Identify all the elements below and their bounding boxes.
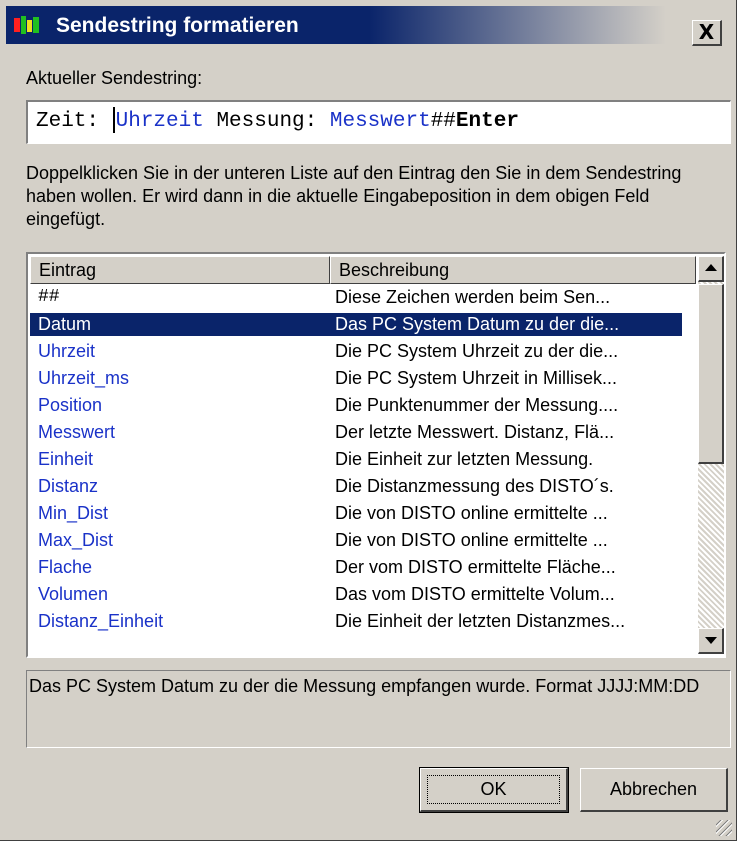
token-1: Uhrzeit <box>115 110 204 133</box>
list-item-description: Der letzte Messwert. Distanz, Flä... <box>335 422 615 442</box>
ok-button[interactable]: OK <box>419 767 569 813</box>
ok-button-label: OK <box>480 779 507 799</box>
list-item[interactable]: ## Diese Zeichen werden beim Sen... <box>30 286 682 309</box>
cancel-button[interactable]: Abbrechen <box>580 768 728 812</box>
scroll-thumb[interactable] <box>698 284 724 464</box>
app-icon <box>14 16 39 34</box>
list-item-entry: Min_Dist <box>38 503 109 523</box>
token-3: Messwert <box>329 110 431 133</box>
list-item-description: Die Distanzmessung des DISTO´s. <box>335 476 614 496</box>
scroll-up-button[interactable] <box>698 256 724 282</box>
list-item-description: Der vom DISTO ermittelte Fläche... <box>335 557 616 577</box>
list-item[interactable]: Min_Dist Die von DISTO online ermittelte … <box>30 502 682 525</box>
list-item-description: Das PC System Datum zu der die... <box>335 314 620 334</box>
list-item[interactable]: Distanz_Einheit Die Einheit der letzten D… <box>30 610 682 633</box>
list-item-description: Das vom DISTO ermittelte Volum... <box>335 584 615 604</box>
list-item[interactable]: Uhrzeit Die PC System Uhrzeit zu der die.… <box>30 340 682 363</box>
list-item[interactable]: Uhrzeit_ms Die PC System Uhrzeit in Milli… <box>30 367 682 390</box>
current-sendstring-label: Aktueller Sendestring: <box>26 68 203 88</box>
token-0: Zeit: <box>36 110 112 133</box>
text-caret <box>112 107 115 134</box>
sendstring-field[interactable]: Zeit: Uhrzeit Messung: Messwert##Enter <box>26 100 731 144</box>
list-item-entry: Datum <box>38 314 92 334</box>
list-item[interactable]: Distanz Die Distanzmessung des DISTO´s. <box>30 475 682 498</box>
arrow-down-icon <box>704 637 717 644</box>
instructions-text: Doppelklicken Sie in der unteren Liste a… <box>26 163 682 229</box>
list-item[interactable]: Position Die Punktenummer der Messung.... <box>30 394 682 417</box>
list-item[interactable]: Messwert Der letzte Messwert. Distanz, Fl… <box>30 421 682 444</box>
list-item-entry: ## <box>38 287 60 307</box>
list-item-description: Die PC System Uhrzeit zu der die... <box>335 341 619 361</box>
list-item-description: Diese Zeichen werden beim Sen... <box>335 287 611 307</box>
close-button[interactable]: X <box>692 20 722 46</box>
column-header-description[interactable]: Beschreibung <box>330 256 696 284</box>
list-item-description: Die PC System Uhrzeit in Millisek... <box>335 368 618 388</box>
list-item[interactable]: Volumen Das vom DISTO ermittelte Volum... <box>30 583 682 606</box>
list-item[interactable]: Flache Der vom DISTO ermittelte Fläche... <box>30 556 682 579</box>
list-item-entry: Uhrzeit <box>38 341 96 361</box>
vertical-scrollbar[interactable] <box>698 256 724 654</box>
list-item-description: Die von DISTO online ermittelte ... <box>335 530 608 550</box>
list-item-description: Die Punktenummer der Messung.... <box>335 395 619 415</box>
arrow-up-icon <box>704 264 717 271</box>
list-item-entry: Position <box>38 395 103 415</box>
list-item-description: Die von DISTO online ermittelte ... <box>335 503 608 523</box>
column-header-entry[interactable]: Eintrag <box>30 256 330 284</box>
list-item-description: Die Einheit der letzten Distanzmes... <box>335 611 626 631</box>
list-item[interactable]: Max_Dist Die von DISTO online ermittelte … <box>30 529 682 552</box>
list-item-entry: Einheit <box>38 449 94 469</box>
list-item-entry: Volumen <box>38 584 109 604</box>
list-item-description: Die Einheit zur letzten Messung. <box>335 449 594 469</box>
list-header: Eintrag Beschreibung <box>30 256 700 284</box>
list-item-entry: Distanz_Einheit <box>38 611 164 631</box>
list-item-entry: Messwert <box>38 422 116 442</box>
cancel-button-label: Abbrechen <box>609 779 698 799</box>
list-item-entry: Uhrzeit_ms <box>38 368 130 388</box>
list-item-entry: Flache <box>38 557 93 577</box>
list-item[interactable]: Datum Das PC System Datum zu der die... <box>30 313 682 336</box>
list-item-entry: Max_Dist <box>38 530 114 550</box>
list-item[interactable]: Einheit Die Einheit zur letzten Messung. <box>30 448 682 471</box>
resize-grip-icon[interactable] <box>716 820 732 836</box>
scroll-down-button[interactable] <box>698 628 724 654</box>
token-4: ## <box>430 110 456 133</box>
token-5: Enter <box>455 110 519 133</box>
entry-info-box: Das PC System Datum zu der die Messung e… <box>26 670 731 748</box>
window-title: Sendestring formatieren <box>56 14 299 37</box>
dialog-window: Sendestring formatieren X Aktueller Send… <box>0 0 737 841</box>
token-2: Messung: <box>203 110 330 133</box>
list-item-entry: Distanz <box>38 476 99 496</box>
entry-listview[interactable]: Eintrag Beschreibung ## Diese Zeichen wer… <box>26 252 726 658</box>
